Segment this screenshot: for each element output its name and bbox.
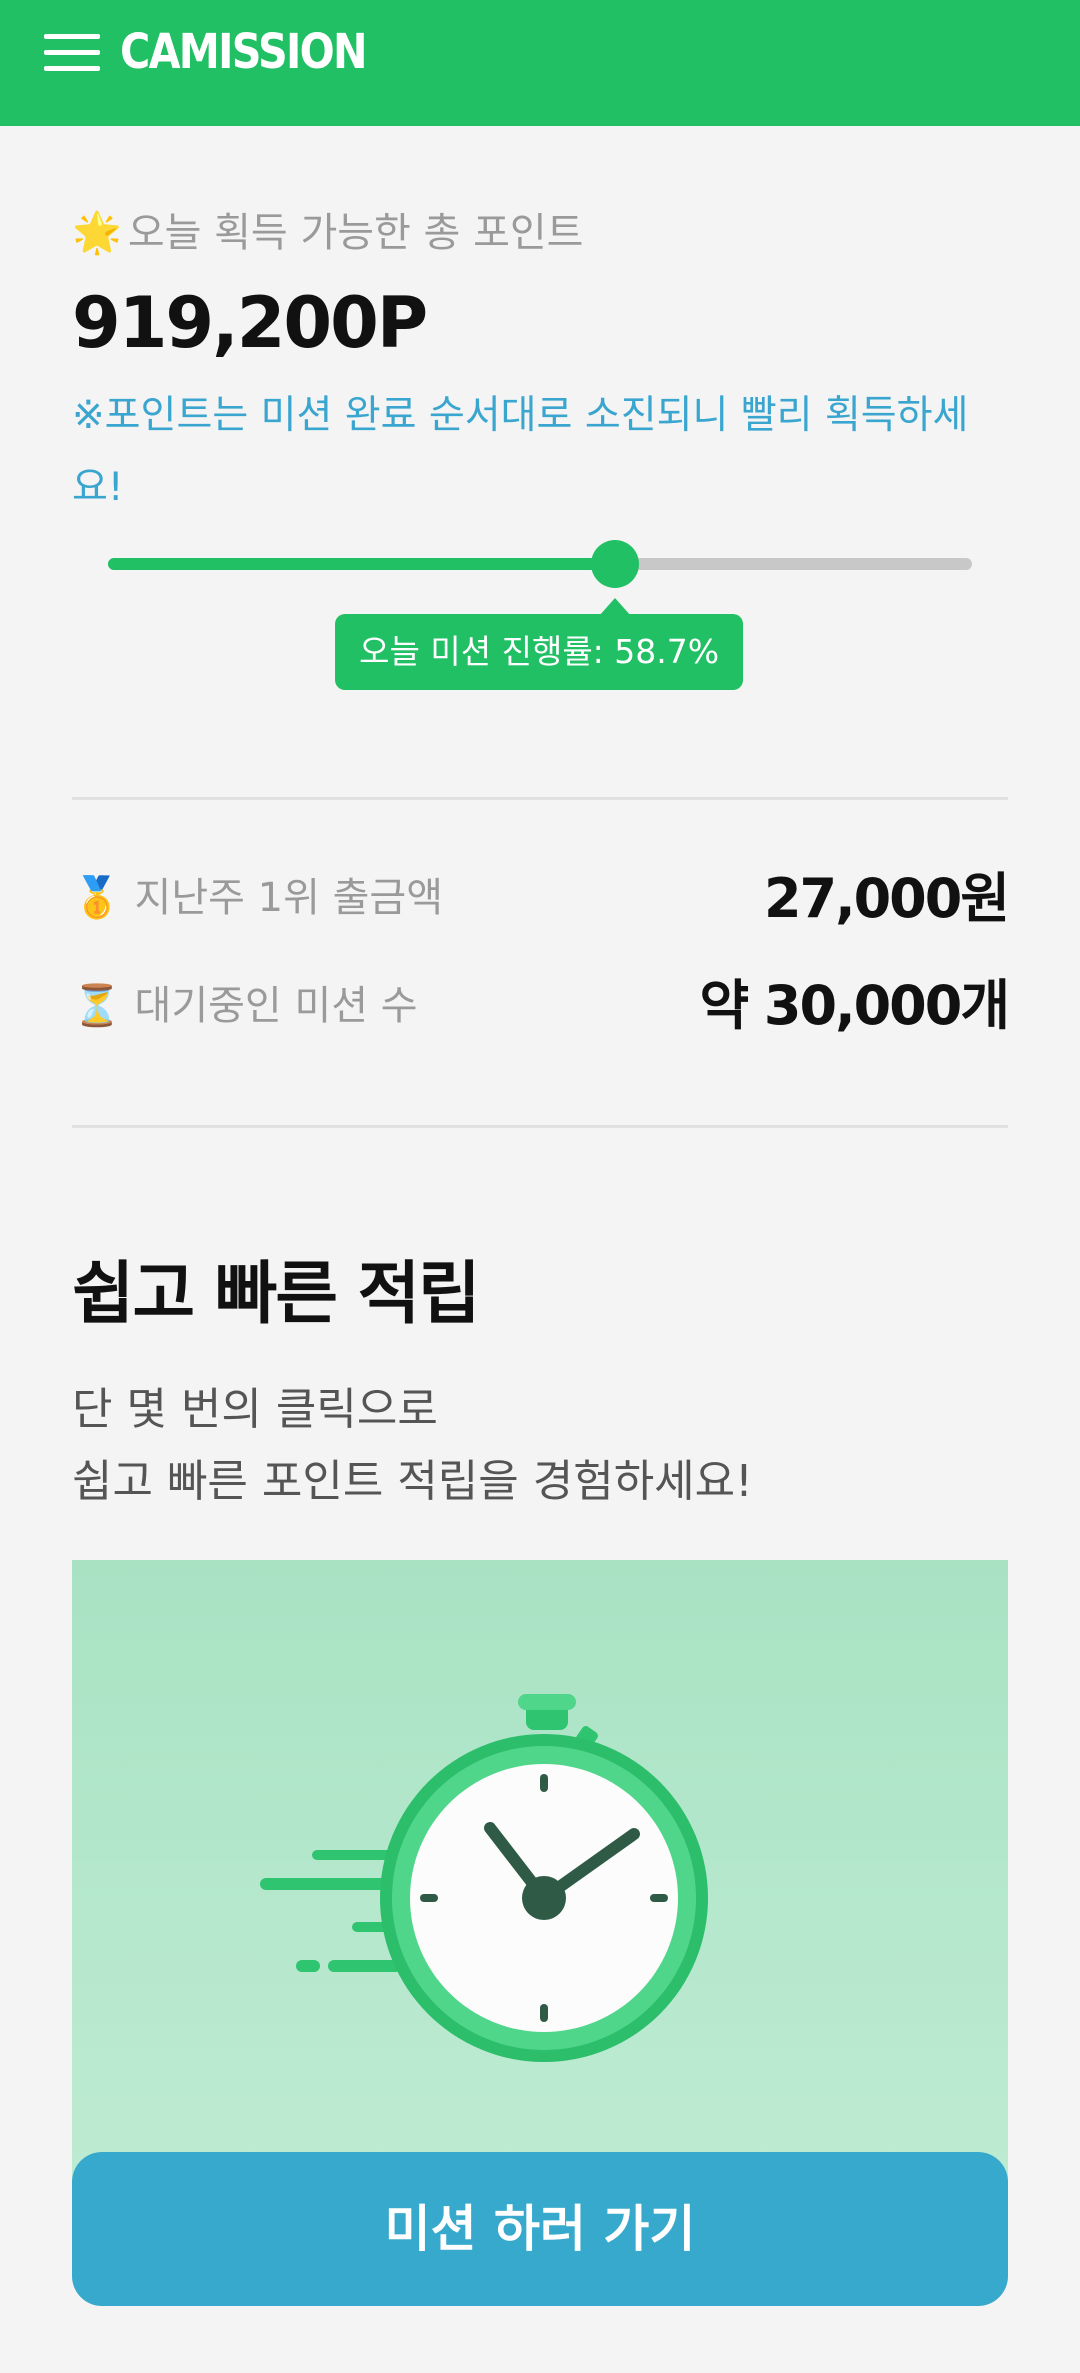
mission-progress-track bbox=[108, 558, 972, 570]
stat-row-pending-label: ⏳ 대기중인 미션 수 bbox=[72, 983, 418, 1029]
total-points-value: 919,200P bbox=[72, 282, 428, 364]
hamburger-menu-icon[interactable] bbox=[44, 32, 100, 72]
go-to-mission-button[interactable]: 미션 하러 가기 bbox=[72, 2152, 1008, 2306]
sparkle-star-icon: 🌟 bbox=[72, 210, 122, 256]
stat-row-pending-value: 약 30,000개 bbox=[699, 974, 1010, 1037]
total-points-label-text: 오늘 획득 가능한 총 포인트 bbox=[127, 210, 584, 256]
mission-progress-thumb bbox=[591, 540, 640, 588]
section-title: 쉽고 빠른 적립 bbox=[72, 1255, 481, 1334]
section-description: 단 몇 번의 클릭으로 쉽고 빠른 포인트 적립을 경험하세요! bbox=[72, 1384, 753, 1507]
app-logo[interactable]: CAMISSION bbox=[120, 24, 368, 80]
hero-illustration bbox=[72, 1560, 1008, 2180]
divider bbox=[72, 1125, 1008, 1128]
medal-icon: 🥇 bbox=[72, 875, 122, 921]
divider bbox=[72, 797, 1008, 800]
points-notice: ※포인트는 미션 완료 순서대로 소진되니 빨리 획득하세요! bbox=[72, 393, 969, 510]
stat-row-last-week-value: 27,000원 bbox=[763, 867, 1010, 930]
total-points-label: 🌟 오늘 획득 가능한 총 포인트 bbox=[72, 208, 583, 258]
stopwatch-icon bbox=[260, 1694, 708, 2062]
hourglass-icon: ⏳ bbox=[72, 983, 122, 1029]
mission-progress-fill bbox=[108, 558, 616, 570]
progress-tooltip: 오늘 미션 진행률: 58.7% bbox=[335, 614, 744, 690]
app-header: CAMISSION bbox=[0, 0, 1080, 126]
stat-row-last-week-label: 🥇 지난주 1위 출금액 bbox=[72, 875, 444, 921]
